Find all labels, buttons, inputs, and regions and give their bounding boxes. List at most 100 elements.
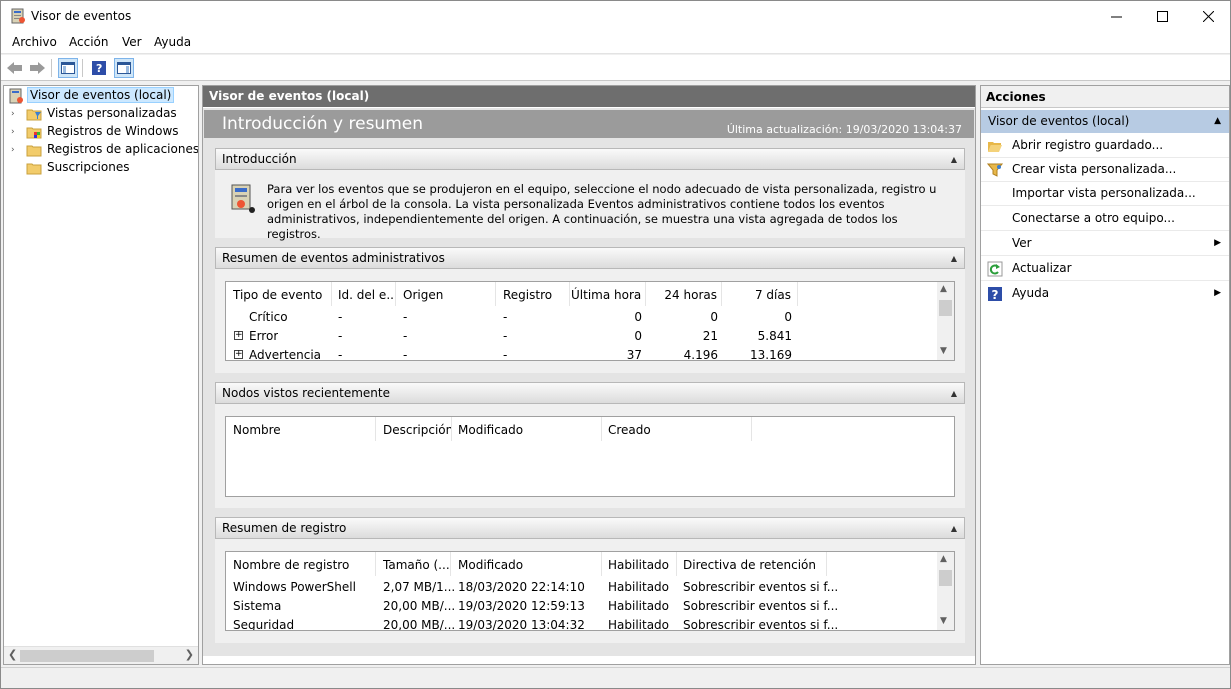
svg-text:?: ?: [96, 62, 102, 75]
tree-item-app-logs[interactable]: › Registros de aplicaciones y s: [4, 141, 198, 159]
tree-horizontal-scrollbar[interactable]: ❮ ❯: [4, 646, 198, 664]
column-header[interactable]: Última hora: [571, 282, 646, 306]
column-header[interactable]: Descripción: [383, 417, 452, 441]
close-button[interactable]: [1185, 1, 1230, 31]
column-header[interactable]: Habilitado: [608, 552, 677, 576]
maximize-button[interactable]: [1139, 1, 1185, 31]
tree-item-label: Vistas personalizadas: [47, 106, 177, 120]
help-icon: ?: [988, 287, 1002, 302]
event-id-cell: -: [338, 329, 343, 343]
action-import-custom-view[interactable]: Importar vista personalizada...: [981, 182, 1229, 206]
origin-cell: -: [403, 348, 408, 361]
action-view[interactable]: Ver ▶: [981, 232, 1229, 256]
admin-events-table: Tipo de evento Id. del e... Origen Regis…: [225, 281, 955, 361]
scroll-up-icon[interactable]: ▲: [940, 554, 947, 564]
actions-header: Acciones: [981, 86, 1229, 108]
log-cell: -: [503, 329, 508, 343]
forward-button[interactable]: [27, 58, 47, 78]
menu-ayuda[interactable]: Ayuda: [154, 35, 191, 49]
tree-item-windows-logs[interactable]: › Registros de Windows: [4, 123, 198, 141]
log-enabled-cell: Habilitado: [608, 618, 670, 631]
log-name-cell: Seguridad: [233, 618, 295, 631]
origin-cell: -: [403, 310, 408, 324]
column-header[interactable]: Id. del e...: [338, 282, 396, 306]
show-hide-action-pane-button[interactable]: [114, 58, 134, 78]
action-connect-other-computer[interactable]: Conectarse a otro equipo...: [981, 207, 1229, 231]
scroll-down-icon[interactable]: ▼: [940, 616, 947, 626]
collapse-caret-icon[interactable]: ▲: [951, 524, 957, 533]
event-viewer-icon: [11, 8, 25, 24]
menu-accion[interactable]: Acción: [69, 35, 108, 49]
column-header[interactable]: Nombre: [233, 417, 376, 441]
column-header[interactable]: 24 horas: [647, 282, 722, 306]
actions-section-header[interactable]: Visor de eventos (local) ▲: [981, 110, 1229, 133]
expand-plus-icon[interactable]: +: [234, 331, 243, 340]
log-section-header[interactable]: Resumen de registro ▲: [215, 517, 965, 539]
last-update-text: Última actualización: 19/03/2020 13:04:3…: [726, 123, 962, 136]
collapse-caret-icon[interactable]: ▲: [951, 254, 957, 263]
expand-chevron-icon[interactable]: ›: [11, 145, 19, 155]
column-header[interactable]: Registro: [503, 282, 570, 306]
column-header[interactable]: Tamaño (...: [383, 552, 451, 576]
column-header[interactable]: Modificado: [458, 417, 602, 441]
center-pane-header: Visor de eventos (local): [203, 86, 975, 107]
refresh-icon: [987, 261, 1003, 277]
scrollbar-thumb[interactable]: [939, 300, 952, 316]
7d-cell: 5.841: [757, 329, 792, 343]
log-size-cell: 20,00 MB/...: [383, 618, 456, 631]
show-hide-console-tree-button[interactable]: [58, 58, 78, 78]
tree-item-custom-views[interactable]: › Vistas personalizadas: [4, 105, 198, 123]
scroll-left-icon[interactable]: ❮: [8, 648, 17, 661]
toolbar-separator: [82, 59, 83, 77]
window-title: Visor de eventos: [31, 9, 132, 23]
action-label: Conectarse a otro equipo...: [1012, 211, 1175, 225]
section-title: Resumen de registro: [222, 521, 347, 535]
menu-archivo[interactable]: Archivo: [12, 35, 57, 49]
column-header[interactable]: Creado: [608, 417, 752, 441]
vertical-scrollbar[interactable]: ▲ ▼: [937, 282, 954, 360]
column-header[interactable]: Origen: [403, 282, 496, 306]
expand-chevron-icon[interactable]: ›: [11, 127, 19, 137]
help-button[interactable]: ?: [89, 58, 109, 78]
scroll-down-icon[interactable]: ▼: [940, 346, 947, 356]
expand-chevron-icon[interactable]: ›: [11, 109, 19, 119]
tree-item-root[interactable]: Visor de eventos (local): [4, 87, 198, 105]
scrollbar-thumb[interactable]: [20, 650, 154, 662]
action-help[interactable]: ? Ayuda ▶: [981, 282, 1229, 306]
recent-section-header[interactable]: Nodos vistos recientemente ▲: [215, 382, 965, 404]
event-type-cell: Crítico: [249, 310, 288, 324]
event-type-cell: Advertencia: [249, 348, 322, 361]
action-create-custom-view[interactable]: Crear vista personalizada...: [981, 158, 1229, 182]
column-header[interactable]: 7 días: [723, 282, 798, 306]
back-button[interactable]: [5, 58, 25, 78]
tree-item-subscriptions[interactable]: Suscripciones: [4, 159, 198, 177]
menu-ver[interactable]: Ver: [122, 35, 142, 49]
tree-item-label: Visor de eventos (local): [27, 87, 175, 103]
last-hour-cell: 37: [626, 348, 642, 361]
collapse-caret-icon[interactable]: ▲: [1214, 116, 1221, 126]
column-header[interactable]: Modificado: [458, 552, 602, 576]
origin-cell: -: [403, 329, 408, 343]
scrollbar-thumb[interactable]: [939, 570, 952, 586]
admin-events-section: Resumen de eventos administrativos ▲ Tip…: [215, 247, 965, 373]
scroll-right-icon[interactable]: ❯: [185, 648, 194, 661]
log-modified-cell: 19/03/2020 12:59:13: [458, 599, 585, 613]
scroll-up-icon[interactable]: ▲: [940, 284, 947, 294]
expand-plus-icon[interactable]: +: [234, 350, 243, 359]
last-hour-cell: 0: [634, 329, 642, 343]
column-header[interactable]: Nombre de registro: [233, 552, 376, 576]
action-open-saved-log[interactable]: Abrir registro guardado...: [981, 134, 1229, 158]
action-label: Importar vista personalizada...: [1012, 186, 1196, 200]
intro-section-header[interactable]: Introducción ▲: [215, 148, 965, 170]
actions-section-title: Visor de eventos (local): [988, 114, 1130, 128]
column-header[interactable]: Directiva de retención: [683, 552, 827, 576]
24h-cell: 21: [702, 329, 718, 343]
vertical-scrollbar[interactable]: ▲ ▼: [937, 552, 954, 630]
admin-section-header[interactable]: Resumen de eventos administrativos ▲: [215, 247, 965, 269]
minimize-button[interactable]: [1093, 1, 1139, 31]
collapse-caret-icon[interactable]: ▲: [951, 155, 957, 164]
action-label: Actualizar: [1012, 261, 1072, 275]
collapse-caret-icon[interactable]: ▲: [951, 389, 957, 398]
action-refresh[interactable]: Actualizar: [981, 257, 1229, 281]
column-header[interactable]: Tipo de evento: [233, 282, 332, 306]
